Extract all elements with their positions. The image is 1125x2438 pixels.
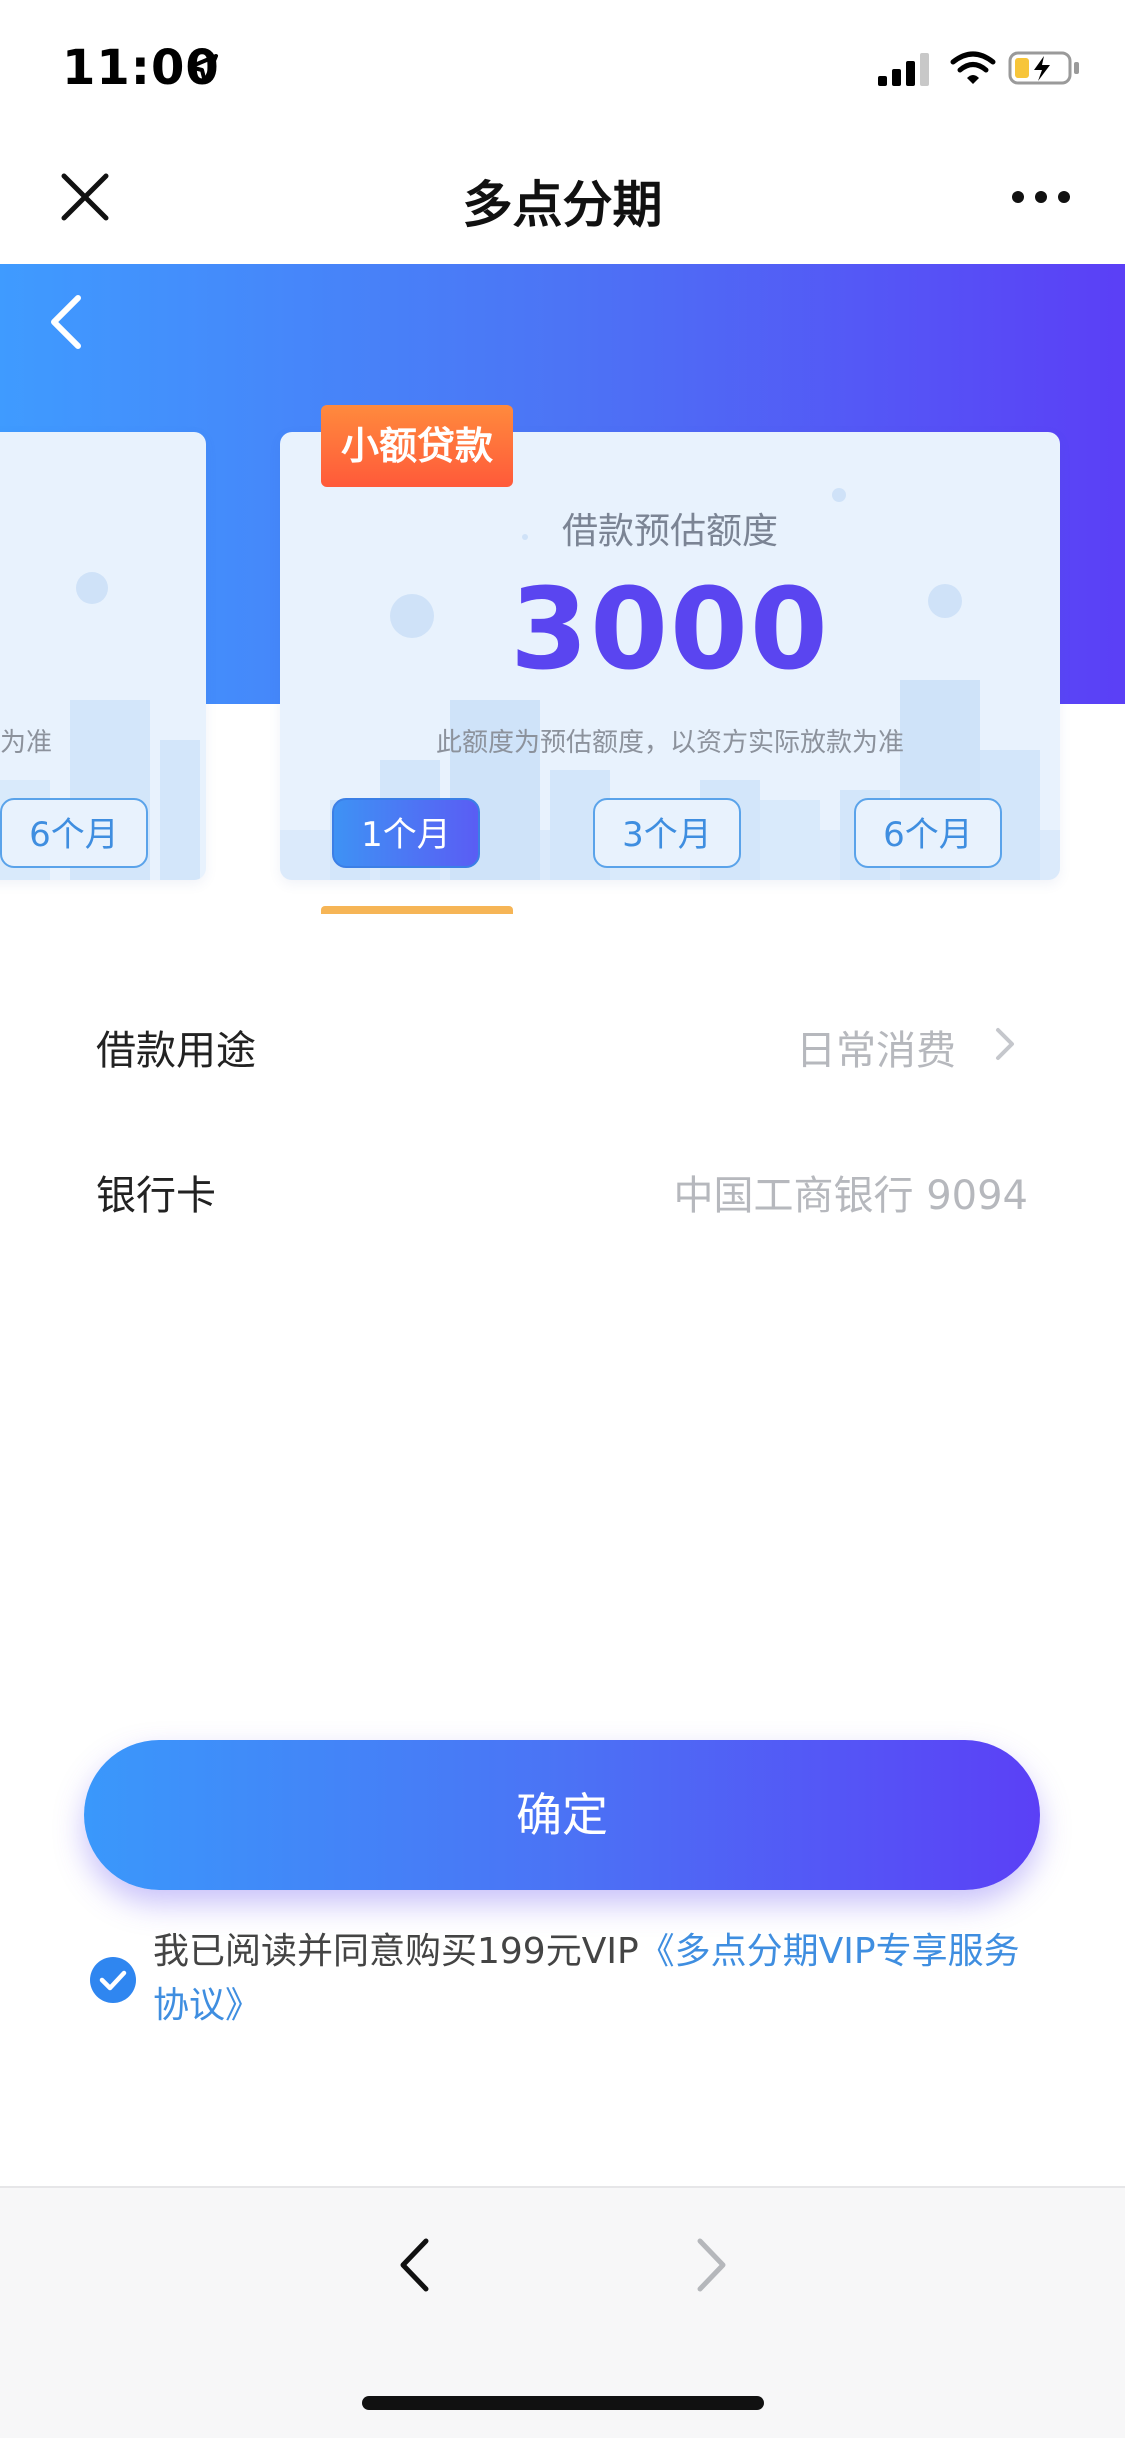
purpose-label: 借款用途 bbox=[96, 1028, 256, 1074]
confirm-button[interactable]: 确定 bbox=[84, 1740, 1040, 1890]
next-card-tag-edge bbox=[321, 906, 513, 914]
back-arrow-icon[interactable] bbox=[46, 292, 86, 352]
left-card-note: 为准 bbox=[0, 728, 53, 758]
checkbox-checked-icon[interactable] bbox=[90, 1957, 136, 2003]
chevron-right-icon[interactable] bbox=[994, 1026, 1016, 1062]
purpose-value[interactable]: 日常消费 bbox=[700, 1018, 956, 1076]
loan-type-tag: 小额贷款 bbox=[321, 405, 513, 487]
status-bar: 11:00 bbox=[0, 0, 1125, 140]
period-1-month[interactable]: 1个月 bbox=[332, 798, 480, 868]
battery-charging-icon bbox=[1008, 51, 1079, 85]
wifi-icon bbox=[950, 51, 996, 84]
browser-back-icon[interactable] bbox=[396, 2236, 432, 2294]
more-options-icon[interactable] bbox=[1010, 186, 1072, 208]
loan-amount: 3000 bbox=[510, 565, 830, 695]
cellular-signal-icon bbox=[878, 53, 929, 86]
browser-forward-icon[interactable] bbox=[694, 2236, 730, 2294]
agreement-statement: 我已阅读并同意购买199元VIP bbox=[153, 1931, 639, 1972]
location-arrow-icon bbox=[188, 54, 218, 84]
bank-card-value[interactable]: 中国工商银行 9094 bbox=[560, 1163, 1028, 1221]
page-title: 多点分期 bbox=[462, 176, 663, 234]
estimate-label: 借款预估额度 bbox=[561, 511, 778, 552]
period-3-months[interactable]: 3个月 bbox=[593, 798, 741, 868]
estimate-note: 此额度为预估额度，以资方实际放款为准 bbox=[435, 728, 904, 758]
decorative-dot bbox=[76, 572, 108, 604]
bank-card-label: 银行卡 bbox=[96, 1173, 216, 1219]
period-6-months[interactable]: 6个月 bbox=[854, 798, 1002, 868]
agreement-text: 我已阅读并同意购买199元VIP《多点分期VIP专享服务协议》 bbox=[153, 1925, 1053, 2033]
left-period-6-months[interactable]: 6个月 bbox=[0, 798, 148, 868]
home-indicator[interactable] bbox=[362, 2396, 764, 2410]
decorative-dot bbox=[832, 488, 846, 502]
